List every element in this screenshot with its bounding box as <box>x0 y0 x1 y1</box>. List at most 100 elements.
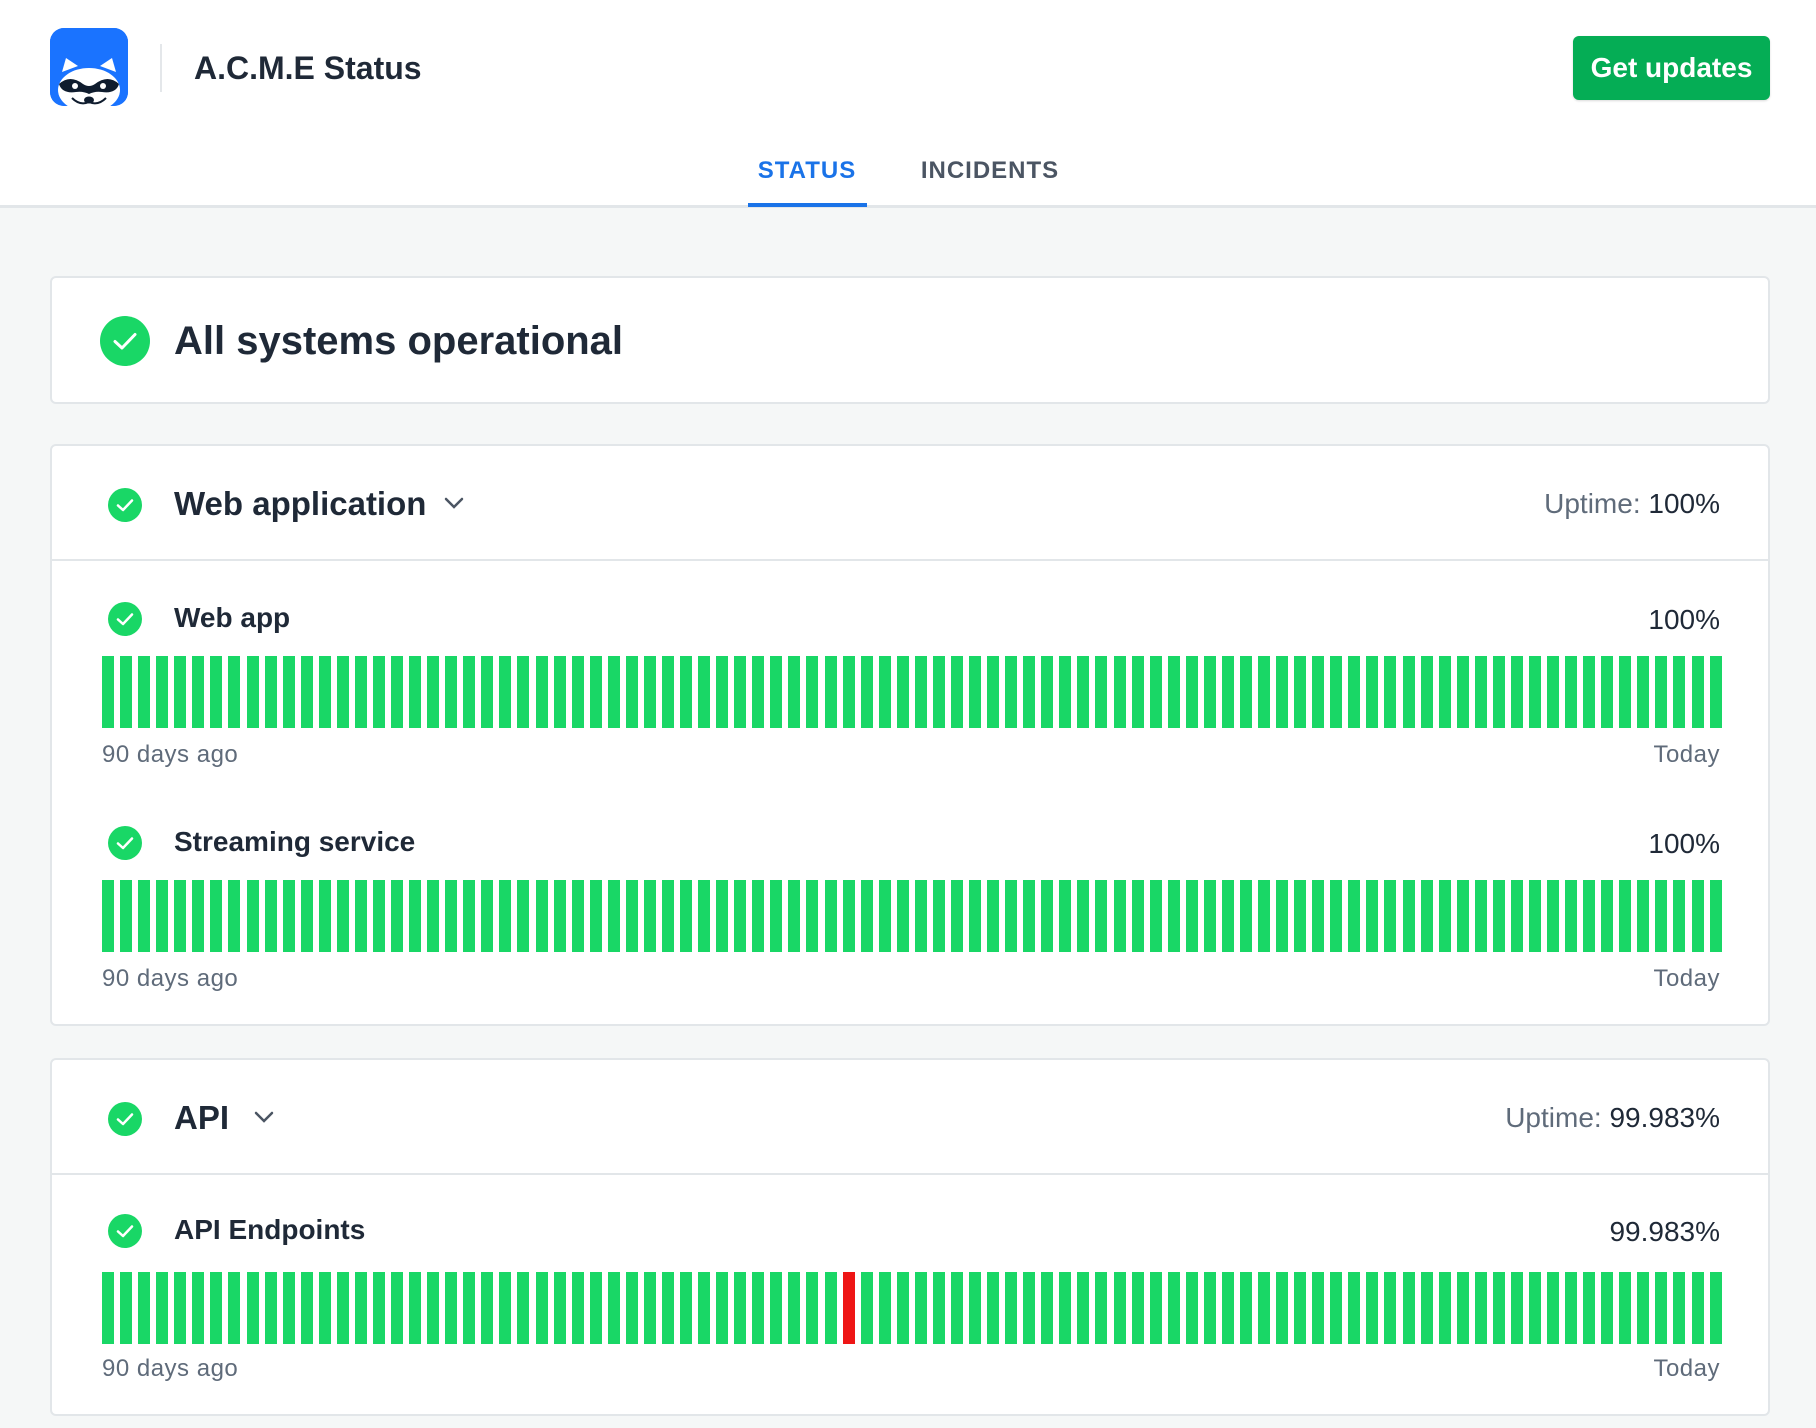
uptime-bar-day[interactable] <box>1023 656 1036 728</box>
uptime-bar-day[interactable] <box>1673 656 1686 728</box>
uptime-bar-day[interactable] <box>174 1272 187 1344</box>
uptime-bar-day[interactable] <box>1095 656 1108 728</box>
uptime-bar-day[interactable] <box>210 1272 223 1344</box>
uptime-bar-day[interactable] <box>409 1272 422 1344</box>
uptime-bar-day[interactable] <box>824 1272 837 1344</box>
uptime-bar-day[interactable] <box>1601 656 1614 728</box>
uptime-bar-day[interactable] <box>1167 880 1180 952</box>
uptime-bar-day[interactable] <box>1348 656 1361 728</box>
uptime-bar-day[interactable] <box>661 880 674 952</box>
uptime-bar-day[interactable] <box>535 1272 548 1344</box>
uptime-bar-day[interactable] <box>300 880 313 952</box>
uptime-bar-day[interactable] <box>571 880 584 952</box>
uptime-bar-day[interactable] <box>1402 1272 1415 1344</box>
uptime-bar-day[interactable] <box>354 880 367 952</box>
uptime-bar-day[interactable] <box>264 880 277 952</box>
uptime-bar-day[interactable] <box>372 880 385 952</box>
uptime-bar-day[interactable] <box>734 656 747 728</box>
uptime-bar-day[interactable] <box>589 656 602 728</box>
uptime-bar-day[interactable] <box>517 656 530 728</box>
uptime-bar-day[interactable] <box>463 1272 476 1344</box>
uptime-bar-day[interactable] <box>463 880 476 952</box>
uptime-bar-day[interactable] <box>1655 656 1668 728</box>
uptime-bar-day[interactable] <box>192 1272 205 1344</box>
uptime-bar-day[interactable] <box>228 880 241 952</box>
uptime-bar-day[interactable] <box>788 880 801 952</box>
uptime-bar-day[interactable] <box>1366 656 1379 728</box>
uptime-bar-day[interactable] <box>571 656 584 728</box>
uptime-bar-day[interactable] <box>372 656 385 728</box>
uptime-bar-day[interactable] <box>1312 1272 1325 1344</box>
uptime-bar-day[interactable] <box>969 656 981 728</box>
uptime-bar-day[interactable] <box>1565 1272 1578 1344</box>
uptime-bar-day[interactable] <box>120 880 133 952</box>
uptime-bar-day[interactable] <box>788 656 801 728</box>
uptime-bar-day[interactable] <box>1673 880 1686 952</box>
uptime-bar-day[interactable] <box>1366 880 1379 952</box>
uptime-bar-day[interactable] <box>680 1272 692 1344</box>
uptime-bar-day[interactable] <box>752 656 765 728</box>
uptime-bar-day[interactable] <box>1203 656 1216 728</box>
uptime-bar-day[interactable] <box>210 656 223 728</box>
uptime-bar-day[interactable] <box>1203 1272 1216 1344</box>
uptime-bar-day[interactable] <box>860 1272 873 1344</box>
uptime-bar-day[interactable] <box>1041 656 1054 728</box>
uptime-bar-day[interactable] <box>734 1272 747 1344</box>
uptime-bar-day[interactable] <box>1113 880 1126 952</box>
uptime-bar-day[interactable] <box>1330 1272 1343 1344</box>
uptime-bar-day[interactable] <box>1276 880 1289 952</box>
uptime-bar-day[interactable] <box>698 656 711 728</box>
uptime-bar-day[interactable] <box>1438 880 1451 952</box>
uptime-bar-day[interactable] <box>1438 1272 1451 1344</box>
uptime-bar-day[interactable] <box>318 1272 331 1344</box>
uptime-bar-day[interactable] <box>643 880 656 952</box>
uptime-bar-day[interactable] <box>589 1272 602 1344</box>
uptime-bar-day[interactable] <box>607 1272 620 1344</box>
uptime-bar-day[interactable] <box>1547 1272 1559 1344</box>
uptime-bar-day[interactable] <box>102 880 114 952</box>
uptime-bar-day[interactable] <box>987 656 1000 728</box>
uptime-bar-day[interactable] <box>445 1272 458 1344</box>
uptime-bar-day[interactable] <box>752 1272 765 1344</box>
uptime-bar-day[interactable] <box>878 880 891 952</box>
uptime-bar-day[interactable] <box>896 880 909 952</box>
uptime-bar-day[interactable] <box>878 1272 891 1344</box>
uptime-bar-day[interactable] <box>499 880 512 952</box>
uptime-bar-day[interactable] <box>210 880 223 952</box>
uptime-bar-day[interactable] <box>878 656 891 728</box>
uptime-bar-day[interactable] <box>625 1272 638 1344</box>
uptime-bar-day[interactable] <box>1005 656 1018 728</box>
uptime-bar-day[interactable] <box>770 1272 783 1344</box>
uptime-bar-day[interactable] <box>372 1272 385 1344</box>
uptime-bar-day[interactable] <box>138 880 151 952</box>
uptime-bar-day[interactable] <box>1221 1272 1234 1344</box>
raccoon-logo-icon[interactable] <box>50 28 128 106</box>
uptime-bar-day[interactable] <box>1294 880 1307 952</box>
uptime-bar-day[interactable] <box>1113 1272 1126 1344</box>
uptime-bar-day[interactable] <box>950 880 963 952</box>
uptime-bar-day[interactable] <box>914 1272 927 1344</box>
uptime-bar-day[interactable] <box>932 1272 945 1344</box>
uptime-bar-day[interactable] <box>1583 880 1596 952</box>
uptime-bar-day[interactable] <box>788 1272 801 1344</box>
uptime-bar-day[interactable] <box>174 880 187 952</box>
uptime-bar-day[interactable] <box>192 880 205 952</box>
uptime-bar-day[interactable] <box>1565 656 1578 728</box>
uptime-bar-day[interactable] <box>987 880 1000 952</box>
uptime-bar-day[interactable] <box>553 880 566 952</box>
uptime-bar-day[interactable] <box>192 656 205 728</box>
uptime-bar-day[interactable] <box>1276 1272 1289 1344</box>
uptime-bar-day[interactable] <box>716 1272 729 1344</box>
uptime-bar-day[interactable] <box>1077 1272 1090 1344</box>
uptime-bar-day[interactable] <box>589 880 602 952</box>
uptime-bar-day[interactable] <box>427 656 440 728</box>
uptime-bar-day[interactable] <box>445 880 458 952</box>
uptime-bar-day[interactable] <box>391 1272 403 1344</box>
uptime-bar-day[interactable] <box>1312 880 1325 952</box>
uptime-bar-day[interactable] <box>1041 880 1054 952</box>
get-updates-button[interactable]: Get updates <box>1573 36 1770 100</box>
uptime-bar-day[interactable] <box>391 880 403 952</box>
tab-incidents[interactable]: INCIDENTS <box>915 156 1065 186</box>
uptime-bar-day[interactable] <box>138 656 151 728</box>
uptime-bar-day[interactable] <box>1366 1272 1379 1344</box>
